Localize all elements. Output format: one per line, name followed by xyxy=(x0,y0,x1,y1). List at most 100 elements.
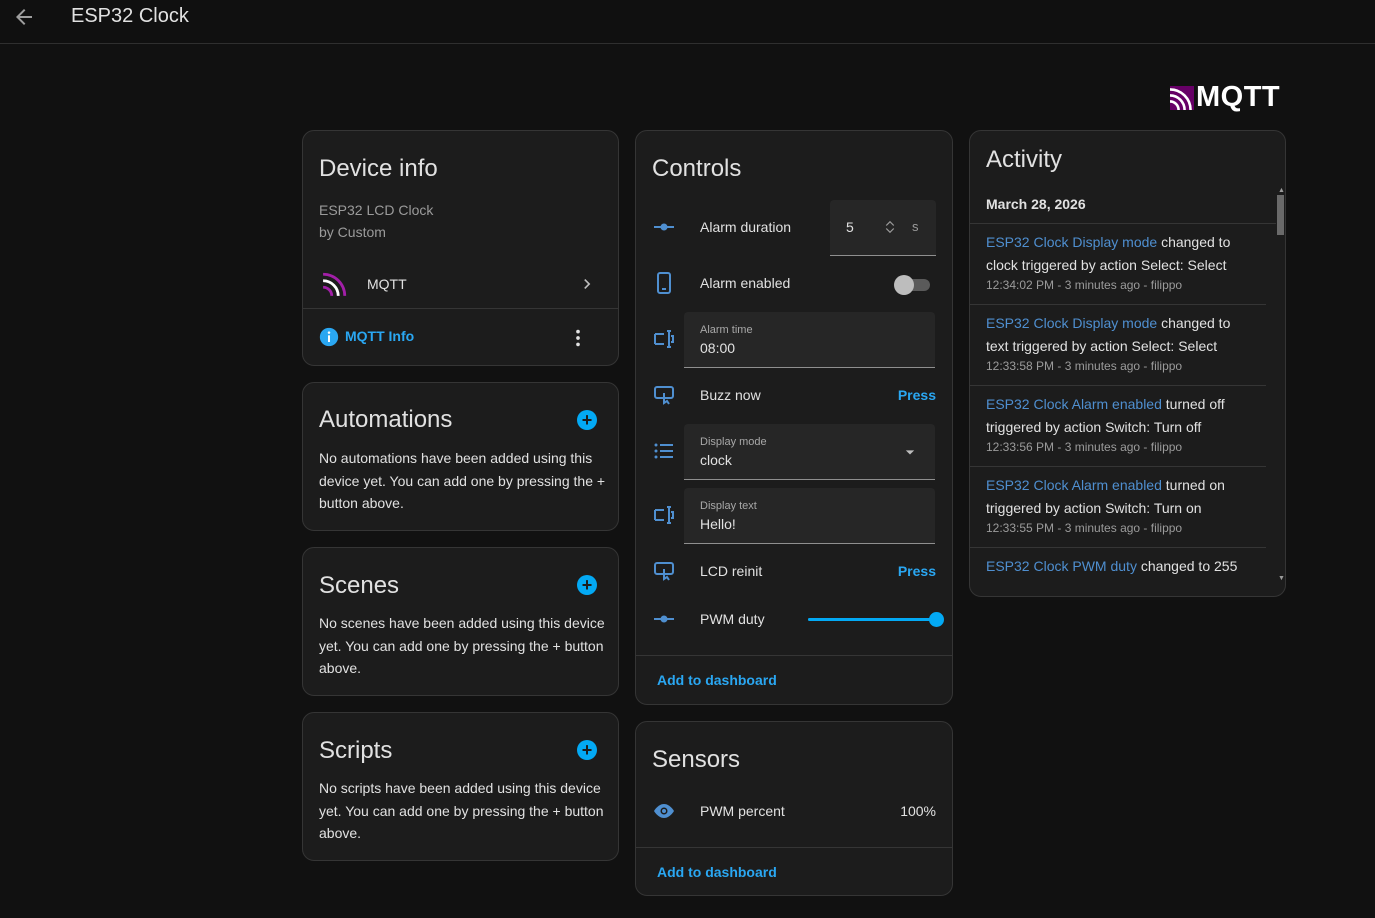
back-arrow-icon[interactable] xyxy=(12,5,36,29)
display-text-label: Display text xyxy=(700,500,757,512)
activity-entity-link[interactable]: ESP32 Clock Alarm enabled xyxy=(986,477,1162,493)
divider xyxy=(303,308,618,309)
stepper-arrows-icon[interactable] xyxy=(881,218,899,236)
divider xyxy=(970,304,1266,305)
cellphone-icon xyxy=(657,272,671,294)
scripts-card: Scripts + No scripts have been added usi… xyxy=(302,712,619,861)
controls-card: Controls Alarm duration 5 s Alarm enable… xyxy=(635,130,953,705)
alarm-time-value: 08:00 xyxy=(700,340,736,356)
activity-date: March 28, 2026 xyxy=(986,196,1086,212)
buzz-now-label: Buzz now xyxy=(700,387,761,403)
scroll-up-arrow[interactable]: ▲ xyxy=(1278,187,1285,194)
add-scene-button[interactable]: + xyxy=(577,575,597,595)
activity-entity-link[interactable]: ESP32 Clock Alarm enabled xyxy=(986,396,1162,412)
sensors-card: Sensors PWM percent 100% Add to dashboar… xyxy=(635,721,953,896)
top-app-bar: ESP32 Clock xyxy=(0,0,1375,44)
alarm-duration-input[interactable]: 5 s xyxy=(830,200,936,256)
scripts-empty-text: No scripts have been added using this de… xyxy=(319,780,604,841)
slider-icon xyxy=(654,223,674,231)
activity-card: Activity March 28, 2026 ESP32 Clock Disp… xyxy=(969,130,1286,597)
mqtt-icon xyxy=(322,271,348,297)
info-icon xyxy=(319,327,339,347)
activity-entry-meta: 12:33:56 PM - 3 minutes ago - filippo xyxy=(986,440,1183,454)
form-textbox-icon xyxy=(654,330,674,348)
add-automation-button[interactable]: + xyxy=(577,410,597,430)
alarm-enabled-toggle[interactable] xyxy=(894,274,934,295)
scrollbar-thumb[interactable] xyxy=(1277,195,1284,235)
activity-entry: ESP32 Clock Display mode changed to cloc… xyxy=(986,231,1256,294)
scenes-empty-text: No scenes have been added using this dev… xyxy=(319,615,605,676)
slider-fill xyxy=(808,618,936,621)
scenes-card: Scenes + No scenes have been added using… xyxy=(302,547,619,696)
mqtt-logo-text: MQTT xyxy=(1196,81,1281,113)
display-mode-value: clock xyxy=(700,452,732,468)
mqtt-logo-icon xyxy=(1170,86,1194,110)
menu-down-icon xyxy=(905,450,915,455)
add-to-dashboard-link[interactable]: Add to dashboard xyxy=(657,672,777,688)
add-script-button[interactable]: + xyxy=(577,740,597,760)
activity-entry-meta: 12:33:55 PM - 3 minutes ago - filippo xyxy=(986,521,1183,535)
alarm-enabled-label: Alarm enabled xyxy=(700,275,791,291)
sensors-title: Sensors xyxy=(652,746,741,773)
scenes-title: Scenes xyxy=(319,572,400,599)
activity-entity-link[interactable]: ESP32 Clock Display mode xyxy=(986,315,1157,331)
pwm-duty-label: PWM duty xyxy=(700,611,765,627)
activity-title: Activity xyxy=(986,146,1063,173)
chevron-right-icon xyxy=(584,279,591,289)
display-text-field[interactable]: Display text Hello! xyxy=(684,488,935,544)
gesture-tap-button-icon xyxy=(654,386,674,405)
alarm-time-label: Alarm time xyxy=(700,324,753,336)
mqtt-info-label: MQTT Info xyxy=(345,328,415,344)
scroll-down-arrow[interactable]: ▼ xyxy=(1278,575,1285,582)
device-model: ESP32 LCD Clock xyxy=(319,202,434,218)
pwm-percent-label[interactable]: PWM percent xyxy=(700,803,785,819)
pwm-duty-slider[interactable] xyxy=(808,609,944,629)
activity-entry: ESP32 Clock Display mode changed to text… xyxy=(986,312,1256,375)
pwm-percent-value: 100% xyxy=(900,803,936,819)
mqtt-info-link[interactable]: MQTT Info xyxy=(319,327,439,347)
form-textbox-icon xyxy=(654,506,674,524)
lcd-reinit-label: LCD reinit xyxy=(700,563,763,579)
eye-icon xyxy=(654,804,674,818)
automations-title: Automations xyxy=(319,406,453,433)
device-info-card: Device info ESP32 LCD Clock by Custom MQ… xyxy=(302,130,619,366)
divider xyxy=(636,655,952,656)
alarm-time-field[interactable]: Alarm time 08:00 xyxy=(684,312,935,368)
activity-entity-link[interactable]: ESP32 Clock Display mode xyxy=(986,234,1157,250)
toggle-thumb xyxy=(894,275,914,295)
activity-entry-text: changed to 255 xyxy=(1136,558,1238,574)
divider xyxy=(970,385,1266,386)
slider-icon xyxy=(654,615,674,623)
slider-thumb[interactable] xyxy=(929,612,944,627)
lcd-reinit-press-button[interactable]: Press xyxy=(898,563,936,579)
automations-card: Automations + No automations have been a… xyxy=(302,382,619,531)
activity-entry-meta: 12:33:58 PM - 3 minutes ago - filippo xyxy=(986,359,1183,373)
divider xyxy=(970,466,1266,467)
buzz-now-press-button[interactable]: Press xyxy=(898,387,936,403)
more-vert-icon[interactable] xyxy=(567,327,589,349)
controls-title: Controls xyxy=(652,155,742,182)
integration-row[interactable]: MQTT xyxy=(303,263,618,307)
divider xyxy=(636,847,952,848)
device-info-title: Device info xyxy=(319,155,438,182)
activity-entry: ESP32 Clock PWM duty changed to 255 xyxy=(986,555,1256,584)
scripts-title: Scripts xyxy=(319,737,393,764)
automations-empty-text: No automations have been added using thi… xyxy=(319,450,606,511)
alarm-duration-value: 5 xyxy=(846,219,854,235)
add-to-dashboard-link[interactable]: Add to dashboard xyxy=(657,864,777,880)
display-text-value: Hello! xyxy=(700,516,736,532)
divider xyxy=(970,223,1276,224)
activity-scrollbar[interactable]: ▲ ▼ xyxy=(1277,187,1285,583)
activity-entry: ESP32 Clock Alarm enabled turned off tri… xyxy=(986,393,1256,456)
activity-entity-link[interactable]: ESP32 Clock PWM duty xyxy=(986,558,1137,574)
page-title: ESP32 Clock xyxy=(71,5,189,27)
activity-entry: ESP32 Clock Alarm enabled turned on trig… xyxy=(986,474,1256,537)
device-manufacturer: by Custom xyxy=(319,224,386,240)
activity-entry-meta: 12:34:02 PM - 3 minutes ago - filippo xyxy=(986,278,1183,292)
alarm-duration-label: Alarm duration xyxy=(700,219,792,235)
alarm-duration-unit: s xyxy=(912,219,919,234)
gesture-tap-button-icon xyxy=(654,562,674,581)
format-list-bulleted-icon xyxy=(654,443,673,459)
display-mode-select[interactable]: Display mode clock xyxy=(684,424,935,480)
divider xyxy=(970,547,1266,548)
